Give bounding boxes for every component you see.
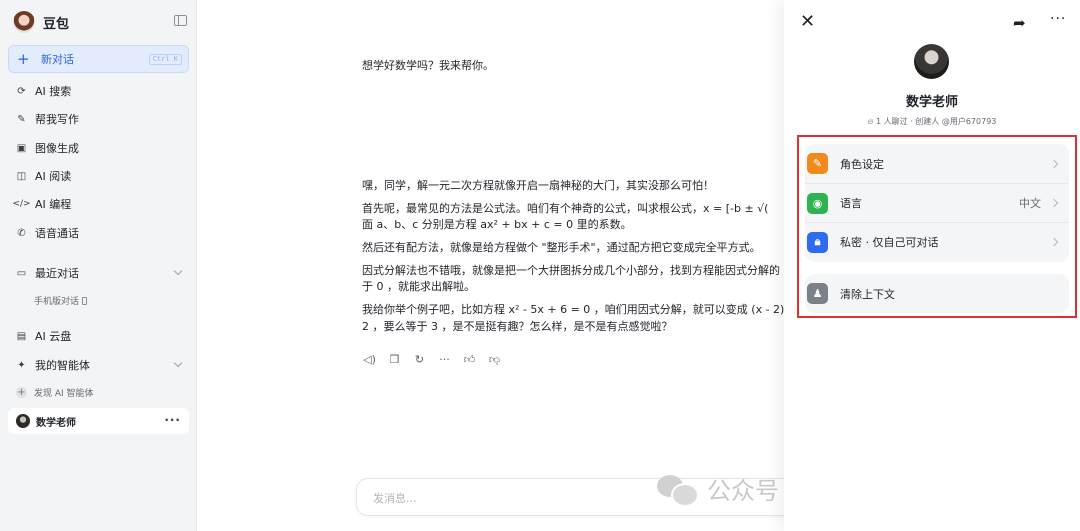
sidebar-item-coding[interactable]: </> AI 编程 — [12, 194, 72, 214]
chevron-right-icon — [1049, 237, 1059, 247]
discover-label: 发现 AI 智能体 — [34, 389, 94, 399]
chevron-right-icon — [1049, 198, 1059, 208]
chevron-right-icon — [1049, 159, 1059, 168]
clear-context-button[interactable]: ♟ 清除上下文 — [805, 274, 1069, 313]
sparkle-icon: ✦ — [17, 359, 26, 371]
sidebar-toggle-icon[interactable] — [174, 15, 187, 26]
setting-language[interactable]: ◉ 语言 中文 — [805, 183, 1069, 222]
agent-avatar — [16, 414, 30, 428]
input-placeholder: 发消息... — [373, 492, 417, 505]
reply-line: 嘿，同学，解一元二次方程就像开启一扇神秘的大门，其实没那么可怕！ — [362, 179, 714, 192]
code-icon: </> — [12, 199, 31, 209]
message-actions: ◁) ❐ ↻ ··· 👍︎ 👎︎ — [363, 353, 501, 366]
lock-icon: 🔒︎ — [807, 231, 828, 253]
agent-meta-text: 1 人聊过 · 创建人 @用户670793 — [876, 117, 997, 126]
brand[interactable]: 豆包 — [13, 9, 69, 35]
recent-mobile-chats[interactable]: 手机版对话 — [34, 294, 88, 307]
reply-line: 于 0 ，就能求出解啦。 — [362, 280, 475, 293]
phone-icon: ✆ — [17, 227, 26, 239]
ai-search-icon: ⟳ — [17, 85, 26, 97]
sidebar-item-label: AI 阅读 — [35, 170, 72, 183]
agent-avatar — [914, 44, 949, 79]
reply-line: 然后还有配方法，就像是给方程做个 "整形手术"，通过配方把它变成完全平方式。 — [362, 241, 761, 254]
sidebar-item-recent[interactable]: ▭ 最近对话 — [16, 263, 197, 283]
cloud-drive-icon: ▤ — [16, 330, 27, 342]
sidebar-item-voice[interactable]: ✆ 语音通话 — [16, 223, 79, 243]
sidebar-item-ai-search[interactable]: ⟳ AI 搜索 — [16, 81, 71, 101]
shortcut-hint: Ctrl K — [148, 54, 182, 65]
agent-name: 数学老师 — [36, 417, 76, 429]
brand-avatar — [13, 11, 35, 33]
discover-agents-link[interactable]: + 发现 AI 智能体 — [16, 386, 94, 399]
chevron-down-icon[interactable] — [173, 266, 183, 276]
regenerate-icon[interactable]: ↻ — [413, 353, 426, 366]
plus-circle-icon: + — [16, 386, 27, 398]
sidebar-item-label: 最近对话 — [35, 267, 79, 280]
clear-context-label: 清除上下文 — [840, 288, 895, 301]
flame-icon: 🔥︎ — [867, 117, 877, 126]
plus-icon: + — [17, 49, 30, 68]
sidebar: 豆包 + 新对话 Ctrl K ⟳ AI 搜索 ✎ 帮我写作 ▣ 图像生成 ◫ … — [0, 0, 197, 531]
image-icon: ▣ — [16, 142, 27, 154]
sidebar-item-label: 我的智能体 — [35, 359, 90, 372]
sidebar-item-reading[interactable]: ◫ AI 阅读 — [16, 166, 72, 186]
copy-icon[interactable]: ❐ — [388, 353, 401, 366]
sidebar-item-label: AI 搜索 — [35, 85, 72, 98]
pen-icon: ✎ — [17, 113, 26, 125]
reply-line: 我给你举个例子吧，比如方程 x² - 5x + 6 = 0 ，咱们用因式分解，就… — [362, 303, 784, 316]
more-icon[interactable]: ··· — [164, 413, 181, 427]
reply-line: 面 a、b、c 分别是方程 ax² + bx + c = 0 里的系数。 — [362, 218, 632, 231]
new-chat-label: 新对话 — [41, 53, 74, 66]
sidebar-item-label: AI 云盘 — [35, 330, 72, 343]
agent-title: 数学老师 — [905, 95, 958, 110]
wechat-icon — [657, 472, 699, 507]
recent-sub-label: 手机版对话 — [34, 297, 80, 307]
setting-label: 私密 · 仅自己可对话 — [840, 236, 939, 249]
person-icon: ♟ — [807, 283, 828, 304]
globe-icon: ◉ — [807, 192, 828, 214]
mobile-icon — [82, 296, 88, 305]
settings-card: ✎ 角色设定 ◉ 语言 中文 🔒︎ 私密 · 仅自己可对话 — [805, 144, 1069, 262]
book-icon: ◫ — [16, 170, 27, 182]
setting-privacy[interactable]: 🔒︎ 私密 · 仅自己可对话 — [805, 222, 1069, 261]
speaker-icon[interactable]: ◁) — [363, 353, 376, 366]
setting-label: 语言 — [840, 197, 862, 210]
reply-line: 2 ，要么等于 3 ，是不是挺有趣？怎么样，是不是有点感觉啦？ — [362, 320, 673, 333]
agent-detail-panel: ✕ ➦ ··· 数学老师 🔥︎ 1 人聊过 · 创建人 @用户670793 ✎ … — [784, 0, 1080, 531]
more-icon[interactable]: ··· — [438, 353, 451, 366]
reply-line: 因式分解法也不错哦，就像是把一个大拼图拆分成几个小部分，找到方程能因式分解的 — [362, 264, 780, 277]
brand-name: 豆包 — [43, 16, 70, 32]
share-icon[interactable]: ➦ — [1013, 14, 1026, 32]
reply-line: 首先呢，最常见的方法是公式法。咱们有个神奇的公式，叫求根公式，x = [-b ±… — [362, 202, 769, 215]
pen-icon: ✎ — [807, 153, 828, 174]
agent-meta: 🔥︎ 1 人聊过 · 创建人 @用户670793 — [784, 116, 1080, 127]
more-icon[interactable]: ··· — [1050, 11, 1066, 27]
thumbs-down-icon[interactable]: 👎︎ — [488, 353, 501, 366]
thumbs-up-icon[interactable]: 👍︎ — [463, 353, 476, 366]
chevron-down-icon[interactable] — [173, 358, 183, 368]
new-chat-button[interactable]: + 新对话 Ctrl K — [8, 45, 189, 73]
setting-role[interactable]: ✎ 角色设定 — [805, 144, 1069, 183]
setting-label: 角色设定 — [840, 157, 884, 171]
sidebar-item-label: 语音通话 — [35, 227, 79, 240]
sidebar-item-cloud[interactable]: ▤ AI 云盘 — [16, 326, 72, 346]
sidebar-item-label: AI 编程 — [35, 198, 72, 211]
sidebar-item-writing[interactable]: ✎ 帮我写作 — [16, 109, 79, 129]
sidebar-item-label: 帮我写作 — [35, 113, 79, 126]
user-message: 想学好数学吗？我来帮你。 — [362, 59, 494, 72]
close-icon[interactable]: ✕ — [800, 13, 815, 31]
setting-value: 中文 — [1019, 197, 1041, 210]
sidebar-item-label: 图像生成 — [35, 142, 79, 155]
chat-bubble-icon: ▭ — [16, 267, 27, 279]
sidebar-item-agents[interactable]: ✦ 我的智能体 — [16, 355, 197, 375]
agent-item-math-teacher[interactable]: 数学老师 ··· — [8, 408, 189, 434]
sidebar-item-image[interactable]: ▣ 图像生成 — [16, 138, 79, 158]
